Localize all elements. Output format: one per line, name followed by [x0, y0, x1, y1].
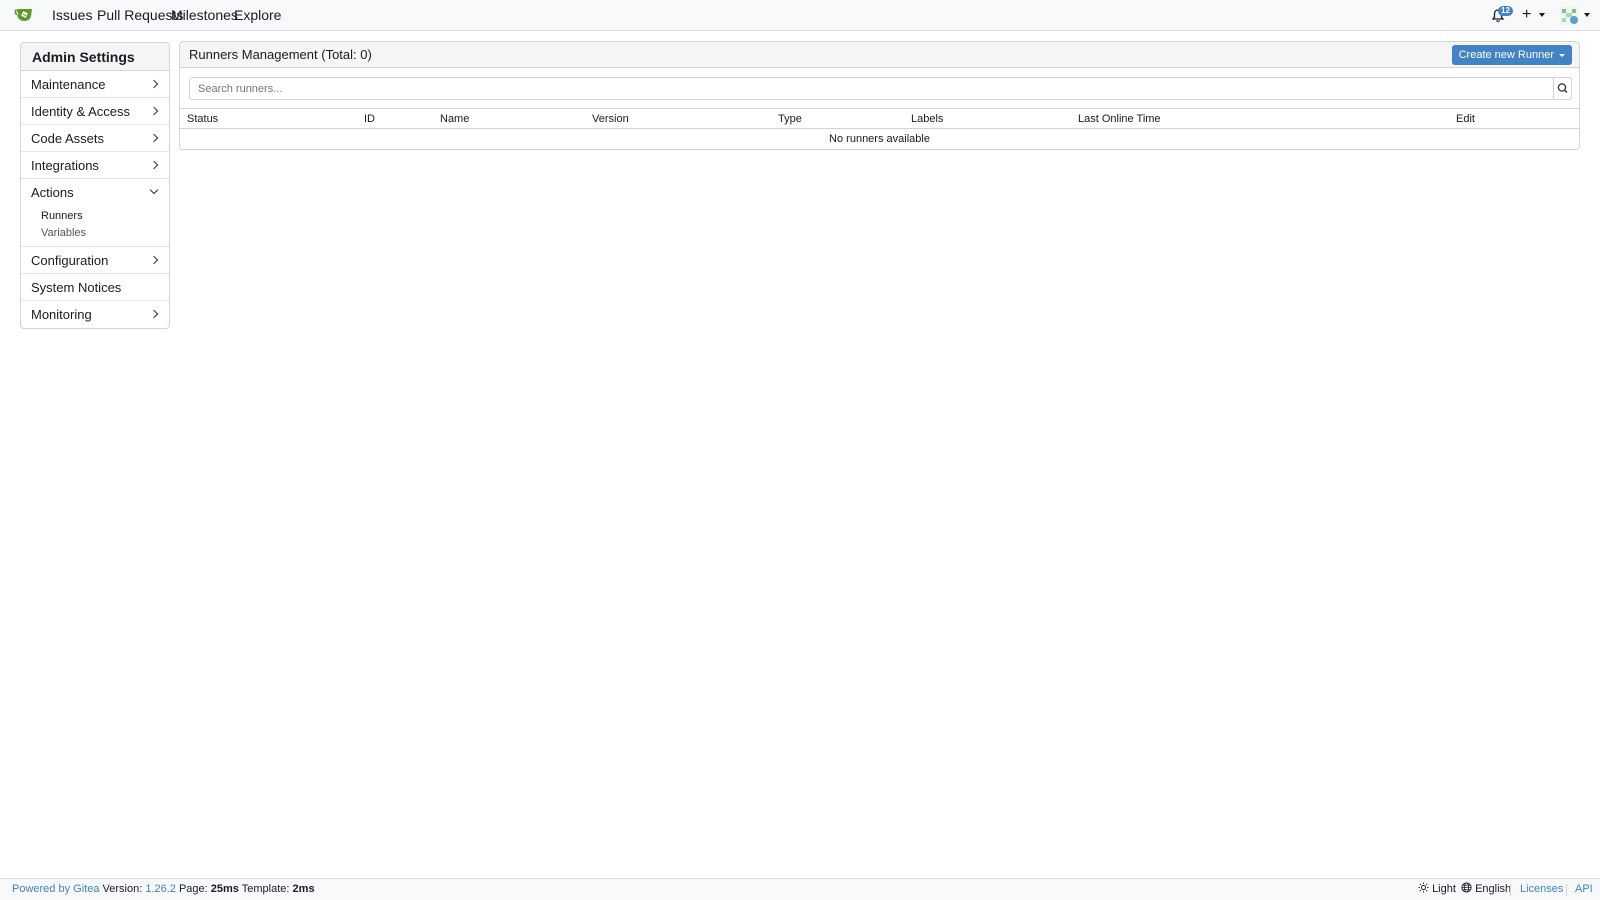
column-header-type[interactable]: Type	[778, 109, 802, 129]
runners-panel: Runners Management (Total: 0) Create new…	[179, 41, 1580, 150]
version-label: Version:	[102, 883, 143, 895]
page-label: Page:	[178, 883, 208, 895]
column-header-edit[interactable]: Edit	[1456, 109, 1475, 129]
sidebar-item-label: Code Assets	[31, 131, 104, 146]
sidebar-subitem-runners[interactable]: Runners	[21, 208, 169, 225]
template-label: Template:	[241, 883, 290, 895]
page-time: 25ms	[210, 883, 239, 895]
admin-sidebar: Admin Settings Maintenance Identity & Ac…	[20, 42, 170, 329]
column-header-last-online-time[interactable]: Last Online Time	[1078, 109, 1161, 129]
sun-icon	[1418, 882, 1429, 893]
licenses-link[interactable]: Licenses	[1520, 879, 1563, 900]
sidebar-item-label: System Notices	[31, 280, 122, 295]
actions-submenu: Runners Variables	[21, 206, 169, 247]
sidebar-item-actions[interactable]: Actions	[21, 179, 169, 206]
sidebar-item-integrations[interactable]: Integrations	[21, 152, 169, 179]
nav-issues[interactable]: Issues	[52, 0, 92, 30]
footer-separator	[1566, 884, 1567, 896]
search-row	[189, 77, 1572, 100]
sidebar-item-label: Maintenance	[31, 77, 106, 92]
page-title: Runners Management (Total: 0)	[189, 47, 372, 62]
language-label: English	[1475, 883, 1512, 895]
create-plus-icon[interactable]: +	[1522, 7, 1531, 23]
sidebar-item-maintenance[interactable]: Maintenance	[21, 71, 169, 98]
column-header-name[interactable]: Name	[440, 109, 469, 129]
sidebar-item-identity-access[interactable]: Identity & Access	[21, 98, 169, 125]
sidebar-item-label: Identity & Access	[31, 104, 130, 119]
footer-separator	[1510, 884, 1511, 896]
sidebar-item-label: Monitoring	[31, 307, 92, 322]
sidebar-item-configuration[interactable]: Configuration	[21, 247, 169, 274]
nav-explore[interactable]: Explore	[234, 0, 281, 30]
column-header-status[interactable]: Status	[187, 109, 218, 129]
sidebar-item-label: Actions	[31, 185, 74, 200]
version-link[interactable]: 1.26.2	[145, 883, 176, 895]
sidebar-item-monitoring[interactable]: Monitoring	[21, 301, 169, 328]
sidebar-title: Admin Settings	[21, 43, 169, 71]
nav-milestones[interactable]: Milestones	[171, 0, 238, 30]
sidebar-item-label: Integrations	[31, 158, 99, 173]
globe-icon	[1461, 882, 1472, 893]
search-button[interactable]	[1553, 77, 1572, 100]
column-header-labels[interactable]: Labels	[911, 109, 943, 129]
sidebar-item-code-assets[interactable]: Code Assets	[21, 125, 169, 152]
api-link[interactable]: API	[1575, 879, 1593, 900]
search-input[interactable]	[189, 77, 1553, 100]
column-header-version[interactable]: Version	[592, 109, 629, 129]
sidebar-item-label: Configuration	[31, 253, 109, 268]
column-header-id[interactable]: ID	[364, 109, 375, 129]
create-runner-button[interactable]: Create new Runner	[1451, 45, 1572, 65]
template-time: 2ms	[292, 883, 315, 895]
gitea-logo-icon[interactable]	[14, 7, 34, 23]
sidebar-subitem-variables[interactable]: Variables	[21, 225, 169, 242]
chevron-right-icon	[149, 106, 159, 116]
theme-selector[interactable]: Light	[1418, 879, 1456, 900]
avatar-caret-icon[interactable]	[1584, 13, 1590, 17]
top-navbar: Issues Pull Requests Milestones Explore …	[0, 0, 1600, 31]
empty-table-message: No runners available	[829, 133, 930, 145]
chevron-right-icon	[149, 309, 159, 319]
chevron-right-icon	[149, 255, 159, 265]
chevron-right-icon	[149, 133, 159, 143]
sidebar-item-system-notices[interactable]: System Notices	[21, 274, 169, 301]
powered-by-link[interactable]: Powered by Gitea	[12, 883, 99, 895]
footer-info: Powered by Gitea Version: 1.26.2 Page: 2…	[12, 879, 315, 900]
panel-header: Runners Management (Total: 0) Create new…	[180, 42, 1579, 68]
user-avatar[interactable]	[1560, 7, 1578, 25]
create-runner-label: Create new Runner	[1458, 49, 1554, 61]
chevron-down-icon	[149, 185, 159, 195]
runners-table-header: Status ID Name Version Type Labels Last …	[180, 108, 1579, 129]
create-caret-icon[interactable]	[1539, 13, 1545, 17]
language-selector[interactable]: English	[1461, 879, 1511, 900]
page-footer: Powered by Gitea Version: 1.26.2 Page: 2…	[0, 878, 1600, 900]
search-icon	[1557, 83, 1568, 93]
notification-count-badge: 12	[1498, 6, 1513, 16]
chevron-right-icon	[149, 79, 159, 89]
chevron-right-icon	[149, 160, 159, 170]
theme-label: Light	[1432, 883, 1456, 895]
caret-down-icon	[1559, 54, 1565, 57]
